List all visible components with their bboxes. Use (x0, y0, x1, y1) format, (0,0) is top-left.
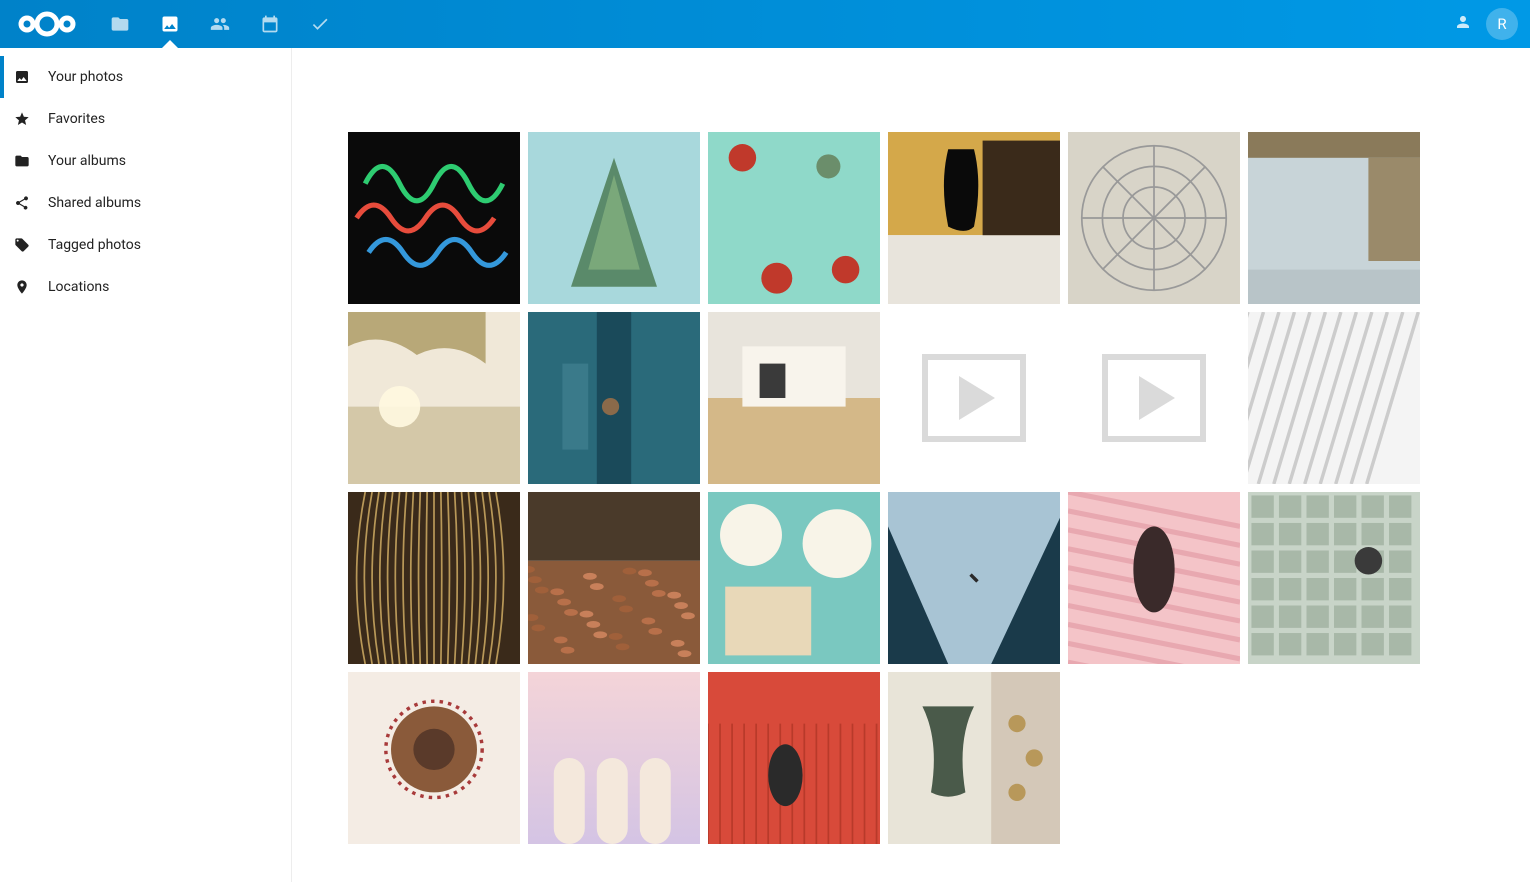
sidebar: Your photos Favorites Your albums Shared… (0, 48, 292, 882)
thumbnail-icon (1068, 492, 1240, 664)
person-icon (1454, 13, 1472, 31)
photo-tile[interactable] (1248, 132, 1420, 304)
tag-icon (14, 237, 30, 253)
photo-tile[interactable] (708, 672, 880, 844)
nav-files[interactable] (98, 0, 142, 48)
photo-tile[interactable] (708, 312, 880, 484)
thumbnail-icon (348, 672, 520, 844)
photo-tile[interactable] (528, 672, 700, 844)
photo-icon (14, 69, 30, 85)
pin-icon (14, 279, 30, 295)
photo-tile[interactable] (348, 132, 520, 304)
sidebar-item-your-albums[interactable]: Your albums (0, 140, 291, 182)
photo-tile[interactable] (1068, 492, 1240, 664)
photo-tile[interactable] (708, 492, 880, 664)
thumbnail-icon (888, 492, 1060, 664)
thumbnail-icon (888, 672, 1060, 844)
nav-contacts[interactable] (198, 0, 242, 48)
sidebar-item-label: Tagged photos (48, 237, 141, 253)
video-tile[interactable] (888, 312, 1060, 484)
logo-icon (16, 8, 78, 40)
people-icon (210, 14, 230, 34)
sidebar-item-favorites[interactable]: Favorites (0, 98, 291, 140)
content-area (292, 48, 1530, 882)
thumbnail-icon (708, 672, 880, 844)
nav-photos[interactable] (148, 0, 192, 48)
check-icon (310, 14, 330, 34)
avatar-initial: R (1497, 15, 1506, 33)
thumbnail-icon (528, 672, 700, 844)
app-header: R (0, 0, 1530, 48)
thumbnail-icon (1248, 312, 1420, 484)
photo-tile[interactable] (708, 132, 880, 304)
thumbnail-icon (528, 132, 700, 304)
thumbnail-icon (708, 492, 880, 664)
user-avatar[interactable]: R (1486, 8, 1518, 40)
app-navigation (98, 0, 342, 48)
thumbnail-icon (708, 312, 880, 484)
photo-tile[interactable] (888, 672, 1060, 844)
nav-calendar[interactable] (248, 0, 292, 48)
video-tile[interactable] (1068, 312, 1240, 484)
nextcloud-logo[interactable] (16, 8, 78, 40)
photo-tile[interactable] (528, 312, 700, 484)
photo-tile[interactable] (888, 132, 1060, 304)
sidebar-item-tagged-photos[interactable]: Tagged photos (0, 224, 291, 266)
photo-tile[interactable] (1248, 312, 1420, 484)
contacts-menu[interactable] (1454, 13, 1472, 35)
photo-tile[interactable] (888, 492, 1060, 664)
main-layout: Your photos Favorites Your albums Shared… (0, 48, 1530, 882)
nav-tasks[interactable] (298, 0, 342, 48)
star-icon (14, 111, 30, 127)
photo-tile[interactable] (348, 492, 520, 664)
photo-tile[interactable] (348, 672, 520, 844)
sidebar-item-label: Locations (48, 279, 109, 295)
photo-tile[interactable] (1248, 492, 1420, 664)
sidebar-item-locations[interactable]: Locations (0, 266, 291, 308)
play-icon (922, 354, 1026, 442)
image-icon (160, 14, 180, 34)
sidebar-item-label: Shared albums (48, 195, 141, 211)
folder-icon (14, 153, 30, 169)
photo-tile[interactable] (1068, 132, 1240, 304)
video-placeholder (888, 312, 1060, 484)
thumbnail-icon (1248, 492, 1420, 664)
sidebar-item-shared-albums[interactable]: Shared albums (0, 182, 291, 224)
thumbnail-icon (528, 312, 700, 484)
play-icon (1102, 354, 1206, 442)
folder-icon (110, 14, 130, 34)
thumbnail-icon (348, 132, 520, 304)
photo-tile[interactable] (528, 492, 700, 664)
thumbnail-icon (708, 132, 880, 304)
thumbnail-icon (1068, 132, 1240, 304)
photo-tile[interactable] (528, 132, 700, 304)
thumbnail-icon (528, 492, 700, 664)
sidebar-item-label: Your albums (48, 153, 126, 169)
thumbnail-icon (348, 492, 520, 664)
sidebar-item-your-photos[interactable]: Your photos (0, 56, 291, 98)
header-right: R (1454, 8, 1518, 40)
sidebar-item-label: Favorites (48, 111, 105, 127)
photo-tile[interactable] (348, 312, 520, 484)
thumbnail-icon (888, 132, 1060, 304)
video-placeholder (1068, 312, 1240, 484)
photo-grid (348, 132, 1474, 844)
thumbnail-icon (348, 312, 520, 484)
sidebar-item-label: Your photos (48, 69, 123, 85)
calendar-icon (260, 14, 280, 34)
thumbnail-icon (1248, 132, 1420, 304)
share-icon (14, 195, 30, 211)
